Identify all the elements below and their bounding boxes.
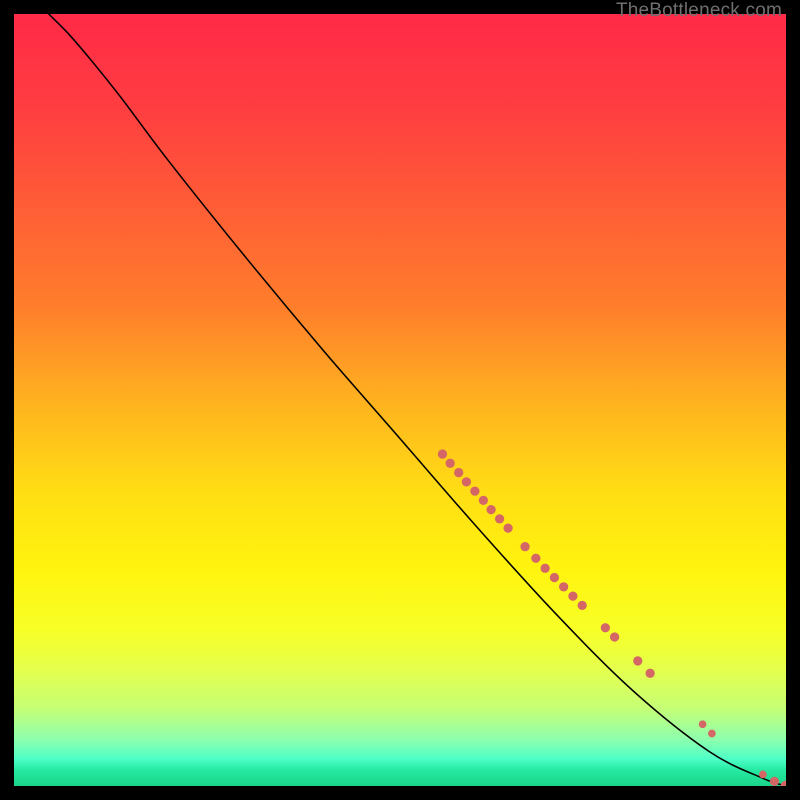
data-point [568,591,577,600]
data-point [454,468,463,477]
data-point [610,632,619,641]
data-point [645,669,654,678]
data-point [531,554,540,563]
marker-group [438,449,786,786]
data-point [446,459,455,468]
data-point [541,564,550,573]
chart-stage: TheBottleneck.com [0,0,800,800]
chart-svg [14,14,786,786]
data-point [495,514,504,523]
data-point [559,582,568,591]
data-point [781,781,786,786]
data-point [470,486,479,495]
data-point [438,449,447,458]
data-point [550,573,559,582]
data-point [462,477,471,486]
data-point [770,777,779,786]
data-point [633,656,642,665]
data-point [486,505,495,514]
data-point [759,771,767,779]
data-point [578,601,587,610]
plot-area [14,14,786,786]
curve-line [49,14,786,786]
data-point [520,542,529,551]
data-point [503,524,512,533]
data-point [699,720,707,728]
data-point [601,623,610,632]
data-point [708,730,716,738]
watermark-text: TheBottleneck.com [616,0,782,22]
data-point [479,496,488,505]
